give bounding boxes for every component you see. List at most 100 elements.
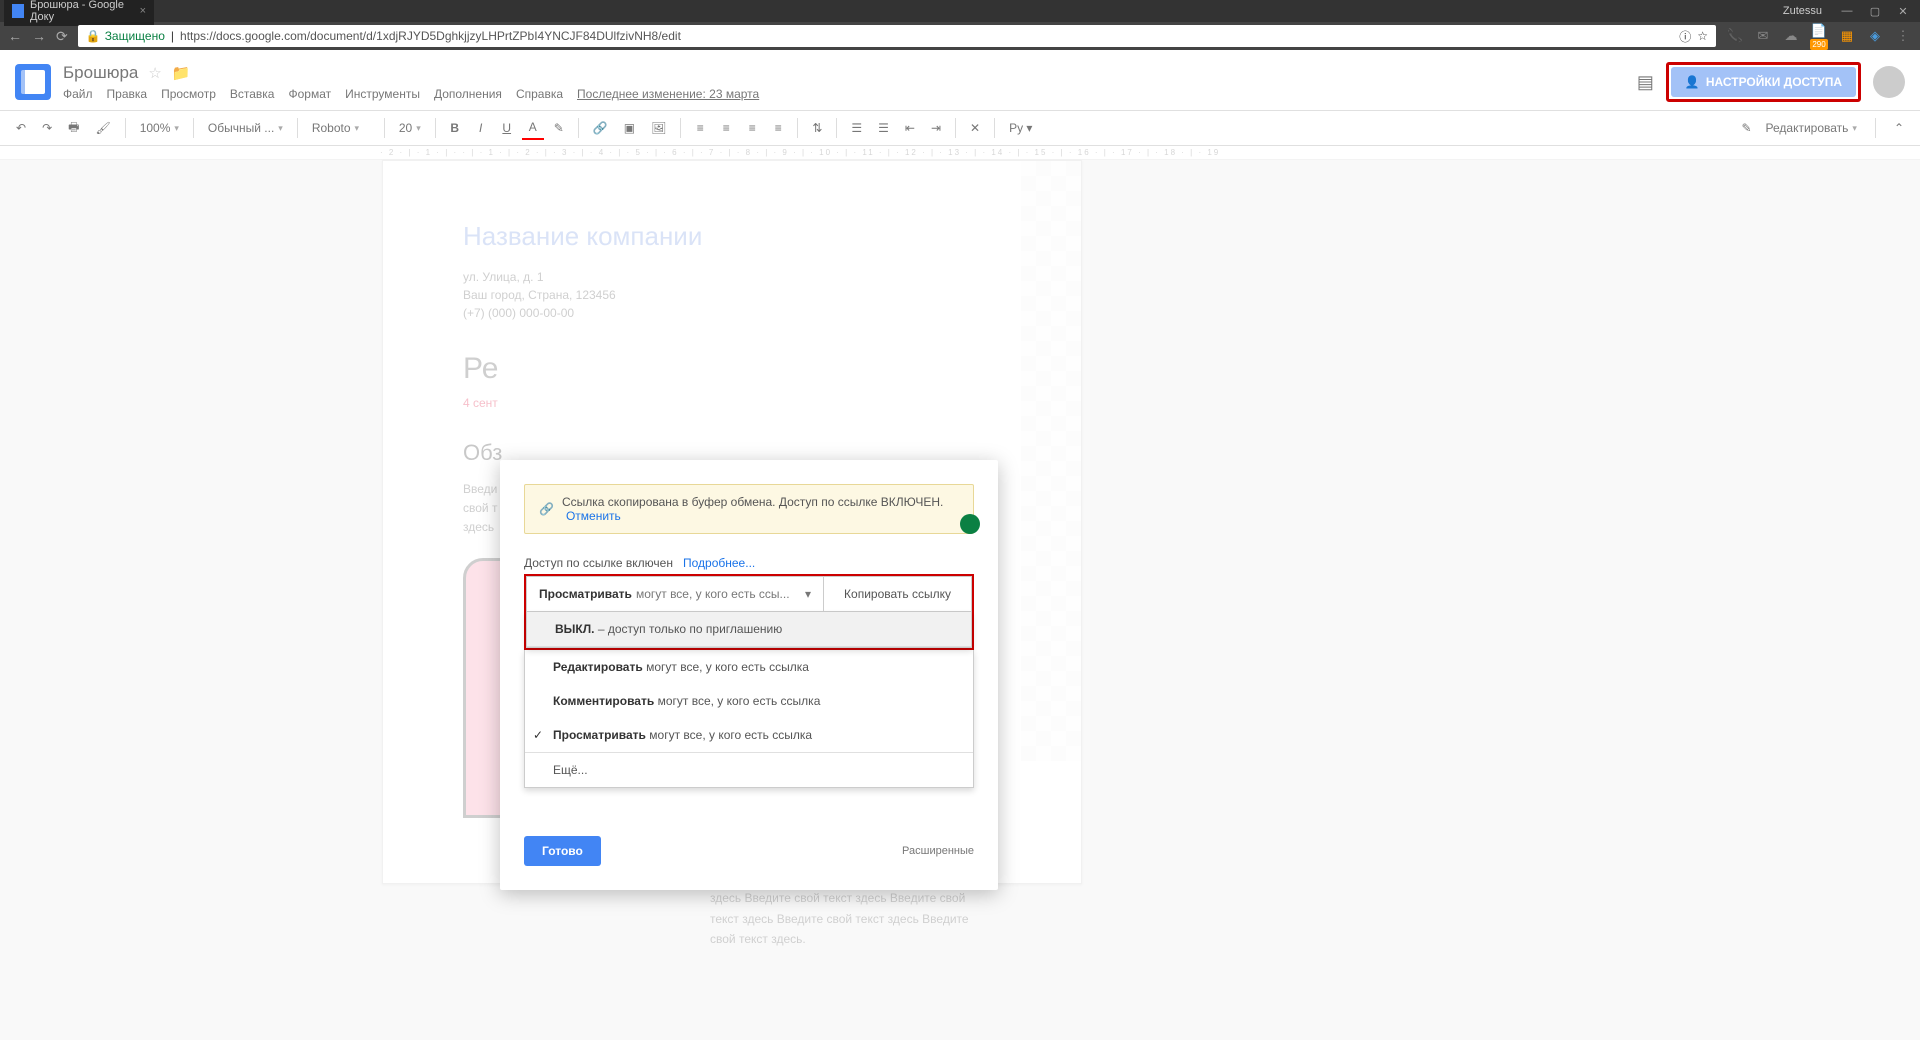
align-left-icon[interactable]: ≡ (689, 117, 711, 139)
style-select[interactable]: Обычный ... (202, 119, 289, 137)
align-right-icon[interactable]: ≡ (741, 117, 763, 139)
dropdown-options-rest: Редактировать могут все, у кого есть ссы… (524, 650, 974, 788)
minimize-button[interactable]: — (1834, 2, 1860, 20)
comment-icon[interactable]: ▣ (618, 117, 641, 139)
redo-icon[interactable]: ↷ (36, 117, 58, 139)
comments-icon[interactable]: ▤ (1637, 72, 1654, 93)
collapse-icon[interactable]: ⌃ (1888, 117, 1910, 139)
chevron-down-icon: ▾ (805, 587, 811, 601)
forward-icon[interactable]: → (32, 28, 46, 44)
option-more[interactable]: Ещё... (525, 753, 973, 787)
link-controls: Просматривать могут все, у кого есть ссы… (526, 576, 972, 612)
zoom-select[interactable]: 100% (134, 119, 185, 137)
folder-icon[interactable]: 📁 (172, 64, 191, 82)
translate-icon[interactable]: ⓘ (1679, 28, 1691, 45)
bookmark-star-icon[interactable]: ☆ (1697, 29, 1708, 43)
docs-logo-icon[interactable] (15, 64, 51, 100)
google-docs-app: Брошюра ☆ 📁 Файл Правка Просмотр Вставка… (0, 50, 1920, 1040)
clear-format-icon[interactable]: ✕ (964, 117, 986, 139)
align-center-icon[interactable]: ≡ (715, 117, 737, 139)
paint-format-icon[interactable]: 🖌 (89, 117, 116, 139)
menu-addons[interactable]: Дополнения (434, 87, 502, 101)
browser-menu-icon[interactable]: ⋮ (1894, 27, 1912, 45)
canvas-area[interactable]: · 2 · | · 1 · | · · | · 1 · | · 2 · | · … (0, 146, 1920, 1040)
text-color-icon[interactable]: A (522, 116, 544, 140)
menu-help[interactable]: Справка (516, 87, 563, 101)
link-icon[interactable]: 🔗 (587, 117, 614, 139)
menu-format[interactable]: Формат (288, 87, 331, 101)
section-heading[interactable]: Ре (463, 352, 1001, 386)
banner-text: Ссылка скопирована в буфер обмена. Досту… (562, 495, 943, 509)
share-highlight: 👤 НАСТРОЙКИ ДОСТУПА (1666, 62, 1861, 102)
done-button[interactable]: Готово (524, 836, 601, 866)
ext-phone-icon[interactable]: 📞 (1726, 27, 1744, 45)
status-indicator-icon (960, 514, 980, 534)
indent-increase-icon[interactable]: ⇥ (925, 117, 947, 139)
indent-decrease-icon[interactable]: ⇤ (899, 117, 921, 139)
bulleted-list-icon[interactable]: ☰ (872, 117, 895, 139)
secure-indicator: 🔒 Защищено (86, 29, 165, 43)
image-icon[interactable]: 🖼 (645, 117, 672, 139)
docs-favicon-icon (12, 4, 24, 18)
pencil-icon: ✎ (1741, 121, 1751, 135)
link-controls-highlight: Просматривать могут все, у кого есть ссы… (524, 574, 974, 650)
bold-icon[interactable]: B (444, 117, 466, 139)
editing-mode-select[interactable]: Редактировать (1760, 119, 1863, 137)
company-name-heading[interactable]: Название компании (463, 221, 1001, 252)
extension-icons: 📞 ✉ ☁ 📄290 ▦ ◈ ⋮ (1726, 27, 1912, 45)
ext-badge-icon[interactable]: 📄290 (1810, 27, 1828, 45)
ext-mail-icon[interactable]: ✉ (1754, 27, 1772, 45)
address-block[interactable]: ул. Улица, д. 1 Ваш город, Страна, 12345… (463, 268, 1001, 322)
copy-link-button[interactable]: Копировать ссылку (824, 577, 971, 611)
input-method-icon[interactable]: Ру ▾ (1003, 117, 1038, 139)
date-text[interactable]: 4 сент (463, 396, 1001, 410)
user-avatar[interactable] (1873, 66, 1905, 98)
menu-view[interactable]: Просмотр (161, 87, 216, 101)
undo-link[interactable]: Отменить (566, 509, 621, 523)
dialog-footer: Готово Расширенные (524, 836, 974, 866)
close-button[interactable]: ✕ (1890, 2, 1916, 20)
menu-file[interactable]: Файл (63, 87, 93, 101)
url-bar[interactable]: 🔒 Защищено | https://docs.google.com/doc… (78, 25, 1716, 47)
line-spacing-icon[interactable]: ⇅ (806, 117, 828, 139)
numbered-list-icon[interactable]: ☰ (845, 117, 868, 139)
document-title[interactable]: Брошюра (63, 63, 138, 83)
share-button[interactable]: 👤 НАСТРОЙКИ ДОСТУПА (1671, 67, 1856, 97)
option-off[interactable]: ВЫКЛ. – доступ только по приглашению (527, 612, 971, 647)
url-text: https://docs.google.com/document/d/1xdjR… (180, 29, 681, 43)
horizontal-ruler[interactable]: · 2 · | · 1 · | · · | · 1 · | · 2 · | · … (0, 146, 1920, 160)
chrome-profile[interactable]: Zutessu (1783, 5, 1822, 17)
menu-insert[interactable]: Вставка (230, 87, 275, 101)
fontsize-select[interactable]: 20 (393, 119, 427, 137)
window-controls: Zutessu — ▢ ✕ (1783, 2, 1916, 20)
ext-rss-icon[interactable]: ▦ (1838, 27, 1856, 45)
formatting-toolbar: ↶ ↷ 🖶 🖌 100% Обычный ... Roboto 20 B I U… (0, 110, 1920, 146)
star-icon[interactable]: ☆ (148, 64, 161, 82)
option-view[interactable]: Просматривать могут все, у кого есть ссы… (525, 718, 973, 752)
last-edit-link[interactable]: Последнее изменение: 23 марта (577, 87, 759, 101)
option-comment[interactable]: Комментировать могут все, у кого есть сс… (525, 684, 973, 718)
underline-icon[interactable]: U (496, 117, 518, 139)
align-justify-icon[interactable]: ≡ (767, 117, 789, 139)
font-select[interactable]: Roboto (306, 119, 376, 137)
browser-toolbar: ← → ⟳ 🔒 Защищено | https://docs.google.c… (0, 22, 1920, 50)
tab-close-icon[interactable]: × (140, 5, 146, 17)
undo-icon[interactable]: ↶ (10, 117, 32, 139)
browser-titlebar: Брошюра - Google Доку × Zutessu — ▢ ✕ (0, 0, 1920, 22)
ext-vk-icon[interactable]: ◈ (1866, 27, 1884, 45)
print-icon[interactable]: 🖶 (62, 114, 85, 143)
browser-tab[interactable]: Брошюра - Google Доку × (4, 0, 154, 26)
learn-more-link[interactable]: Подробнее... (683, 556, 755, 570)
menu-edit[interactable]: Правка (107, 87, 148, 101)
italic-icon[interactable]: I (470, 117, 492, 139)
ext-drive-icon[interactable]: ☁ (1782, 27, 1800, 45)
highlight-icon[interactable]: ✎ (548, 117, 570, 139)
reload-icon[interactable]: ⟳ (56, 28, 68, 45)
menu-tools[interactable]: Инструменты (345, 87, 420, 101)
back-icon[interactable]: ← (8, 28, 22, 44)
option-edit[interactable]: Редактировать могут все, у кого есть ссы… (525, 650, 973, 684)
permission-dropdown[interactable]: Просматривать могут все, у кого есть ссы… (527, 577, 824, 611)
advanced-link[interactable]: Расширенные (902, 845, 974, 857)
share-person-icon: 👤 (1685, 75, 1700, 89)
maximize-button[interactable]: ▢ (1862, 2, 1888, 20)
